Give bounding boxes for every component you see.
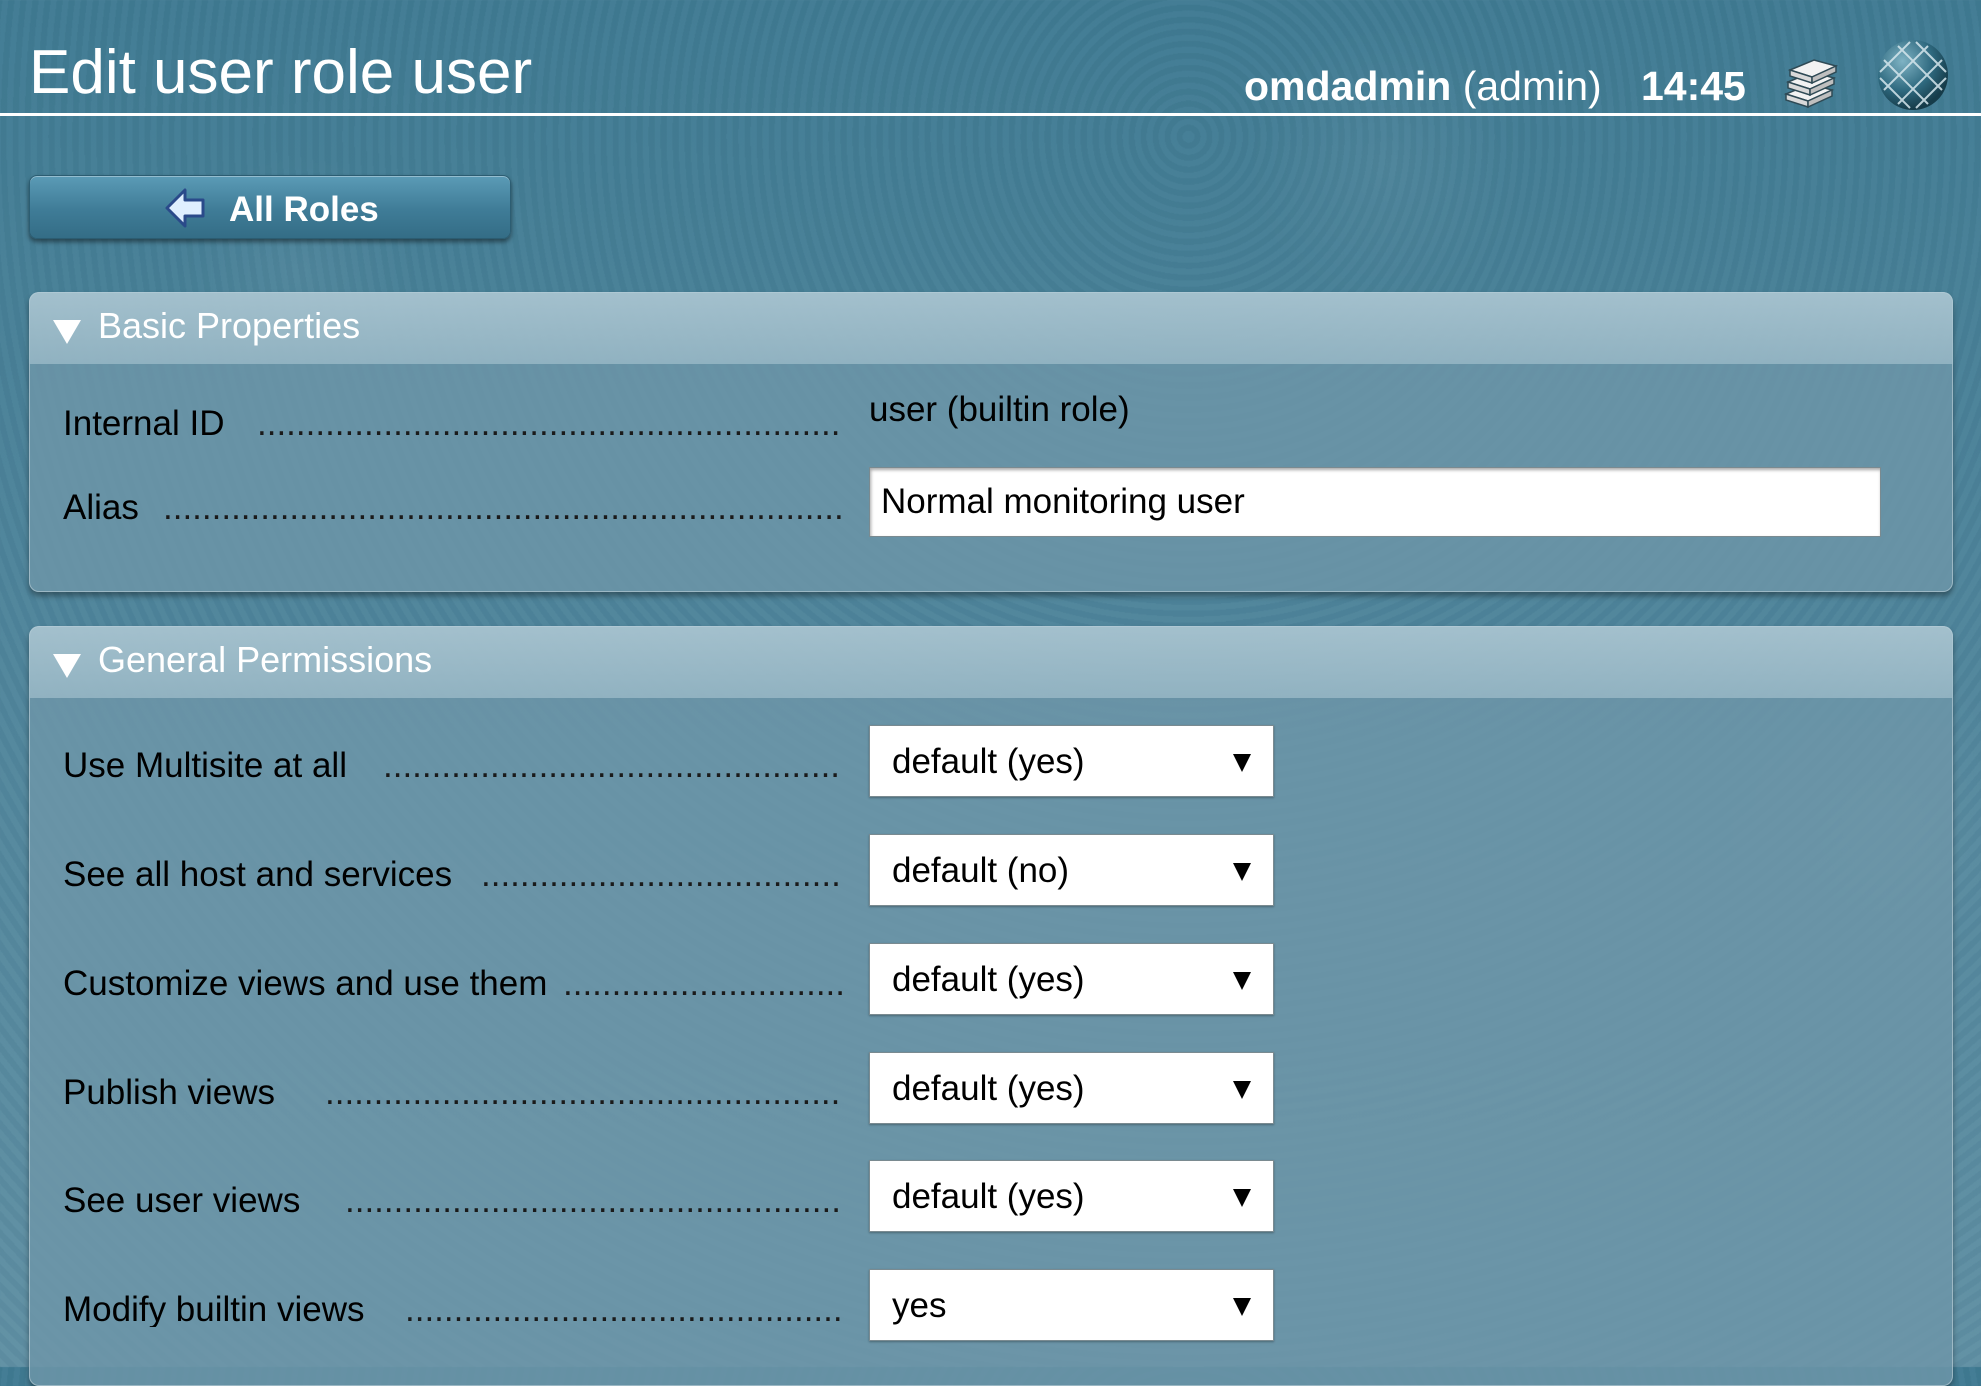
permission-select-publish-views[interactable]: default (yes) <box>869 1052 1274 1124</box>
page-header: Edit user role user omdadmin (admin) 14:… <box>0 0 1981 116</box>
user-info: omdadmin (admin) <box>1244 66 1602 107</box>
permission-select-use-multisite[interactable]: default (yes) <box>869 725 1274 797</box>
username: omdadmin <box>1244 63 1452 109</box>
general-permissions-title: General Permissions <box>98 639 433 680</box>
permission-select-customize-views[interactable]: default (yes) <box>869 943 1274 1015</box>
select-value: default (no) <box>892 851 1070 890</box>
general-permissions-section: General Permissions Use Multisite at all… <box>29 626 1953 1386</box>
globe-icon[interactable] <box>1876 38 1950 112</box>
dropdown-arrow-icon <box>1233 863 1251 881</box>
back-arrow-icon <box>165 188 205 228</box>
select-value: default (yes) <box>892 960 1085 999</box>
user-role: (admin) <box>1462 63 1602 109</box>
internal-id-value: user (builtin role) <box>869 390 1130 429</box>
basic-properties-title: Basic Properties <box>98 305 361 346</box>
collapse-triangle-icon <box>53 320 81 344</box>
general-permissions-header[interactable]: General Permissions <box>29 626 1953 698</box>
all-roles-button[interactable]: All Roles <box>29 175 511 239</box>
books-icon[interactable] <box>1780 54 1838 112</box>
dropdown-arrow-icon <box>1233 754 1251 772</box>
select-value: default (yes) <box>892 1069 1085 1108</box>
select-value: yes <box>892 1286 947 1325</box>
permission-select-modify-builtin-views[interactable]: yes <box>869 1269 1274 1341</box>
alias-input[interactable] <box>869 467 1881 537</box>
permission-label: Modify builtin views....................… <box>63 1292 843 1327</box>
permission-label: See user views..........................… <box>63 1183 843 1218</box>
basic-properties-header[interactable]: Basic Properties <box>29 292 1953 364</box>
select-value: default (yes) <box>892 1177 1085 1216</box>
select-value: default (yes) <box>892 742 1085 781</box>
permission-label: See all host and services...............… <box>63 857 843 892</box>
permission-label: Publish views...........................… <box>63 1075 843 1110</box>
clock: 14:45 <box>1641 63 1746 109</box>
dropdown-arrow-icon <box>1233 1189 1251 1207</box>
page-title: Edit user role user <box>29 38 533 107</box>
internal-id-label: Internal ID.............................… <box>63 406 843 441</box>
permission-select-see-user-views[interactable]: default (yes) <box>869 1160 1274 1232</box>
basic-properties-section: Basic Properties Internal ID............… <box>29 292 1953 592</box>
dropdown-arrow-icon <box>1233 1081 1251 1099</box>
alias-label: Alias...................................… <box>63 490 843 525</box>
dropdown-arrow-icon <box>1233 972 1251 990</box>
permission-label: Use Multisite at all....................… <box>63 748 843 783</box>
all-roles-label: All Roles <box>229 190 379 229</box>
permission-select-see-all-hosts[interactable]: default (no) <box>869 834 1274 906</box>
permission-label: Customize views and use them............… <box>63 966 843 1001</box>
dropdown-arrow-icon <box>1233 1298 1251 1316</box>
collapse-triangle-icon <box>53 654 81 678</box>
